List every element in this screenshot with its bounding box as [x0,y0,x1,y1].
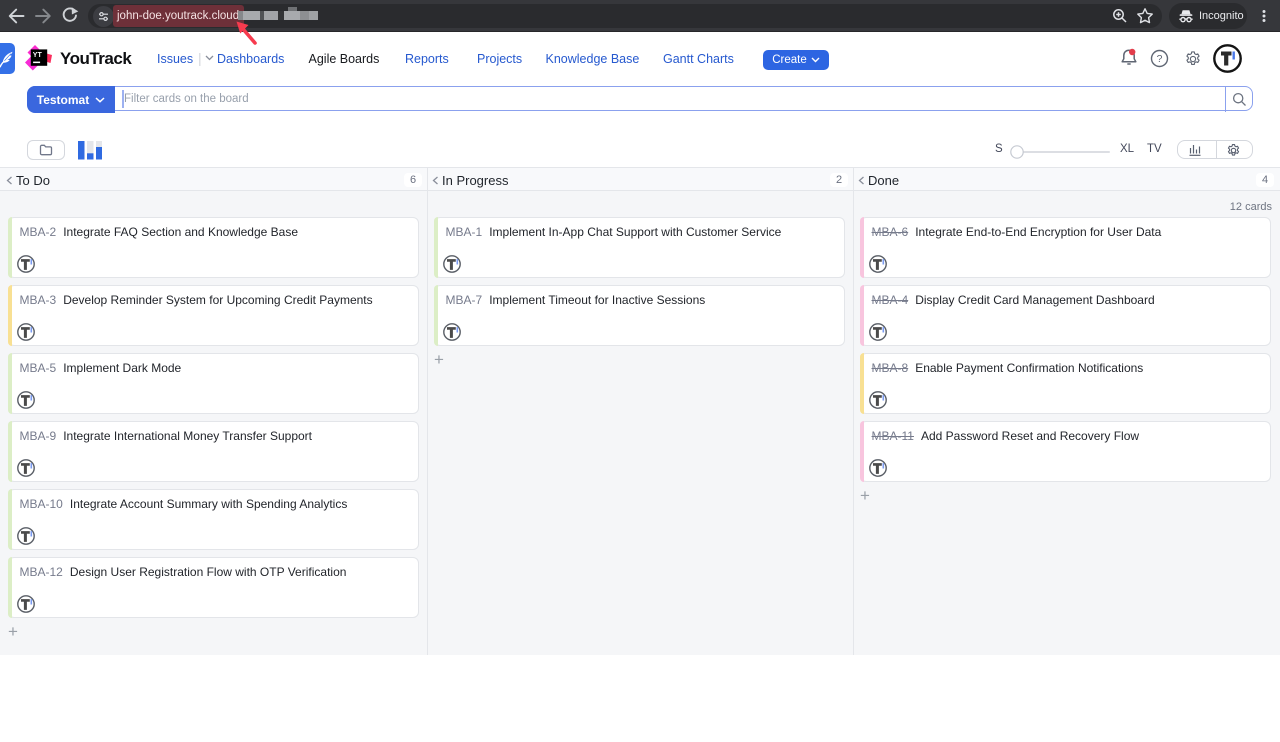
svg-text:YT: YT [33,52,43,59]
svg-text:?: ? [1157,53,1163,65]
